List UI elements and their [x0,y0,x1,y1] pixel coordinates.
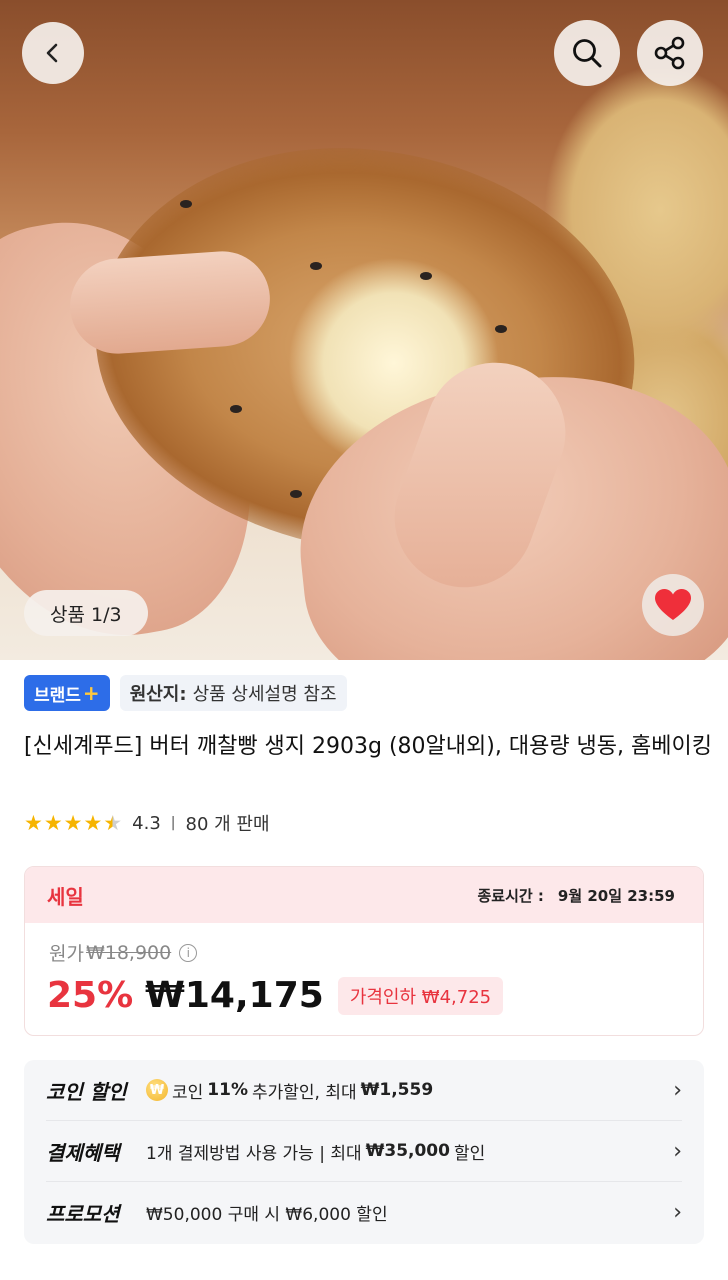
divider: | [170,815,176,831]
photo-detail [290,490,302,498]
benefit-text: 할인 [453,1143,486,1164]
search-icon [573,39,602,68]
benefit-highlight: 11% [207,1080,248,1100]
search-button[interactable] [554,20,620,86]
brand-plus-badge[interactable]: 브랜드 + [24,675,110,711]
brand-badge-label: 브랜드 [34,685,81,706]
back-button[interactable] [22,22,84,84]
share-button[interactable] [637,20,703,86]
half-star-icon: ★ [103,810,123,835]
star-rating: ★ ★ ★ ★ ★ [24,810,123,835]
product-tags: 브랜드 + 원산지: 상품 상세설명 참조 [24,675,347,711]
photo-detail [495,325,507,333]
wishlist-button[interactable] [642,574,704,636]
benefit-key: 프로모션 [46,1202,120,1226]
rating-row[interactable]: ★ ★ ★ ★ ★ 4.3 | 80 개 판매 [24,810,270,836]
original-price-label: 원가 [49,943,84,965]
rating-value: 4.3 [132,812,161,834]
photo-detail [230,405,242,413]
product-image-gallery[interactable]: 상품 1/3 [0,0,728,660]
product-photo-thumb [66,248,274,357]
price-drop-badge: 가격인하 ₩4,725 [337,976,504,1015]
benefit-row-promotion[interactable]: 프로모션 ₩50,000 구매 시 ₩6,000 할인 › [46,1182,682,1243]
benefit-value: ₩ 코인 11% 추가할인, 최대 ₩1,559 [146,1078,658,1103]
origin-value: 상품 상세설명 참조 [192,684,337,705]
sale-price: ₩14,175 [145,975,324,1016]
benefits-panel: 코인 할인 ₩ 코인 11% 추가할인, 최대 ₩1,559 › 결제혜택 1개… [24,1060,704,1244]
benefit-highlight: ₩1,559 [360,1080,434,1100]
benefit-key: 결제혜택 [46,1140,120,1165]
photo-detail [180,200,192,208]
original-price: ₩18,900 [85,941,172,964]
sale-price-row: 25% ₩14,175 가격인하 ₩4,725 [47,975,504,1016]
sold-count: 80 개 판매 [185,814,270,835]
origin-key: 원산지: [129,684,187,705]
sale-header: 세일 종료시간 : 9월 20일 23:59 [25,867,703,923]
back-arrow-icon [46,43,58,63]
sale-end-value: 9월 20일 23:59 [557,886,675,905]
benefit-value: ₩50,000 구매 시 ₩6,000 할인 [146,1200,658,1225]
heart-icon [655,589,691,620]
benefit-key: 코인 할인 [46,1079,127,1104]
product-title: [신세계푸드] 버터 깨찰빵 생지 2903g (80알내외), 대용량 냉동,… [24,734,712,759]
benefit-value: 1개 결제방법 사용 가능 | 최대 ₩35,000 할인 [146,1139,658,1164]
plus-icon: + [82,681,100,705]
sale-panel: 세일 종료시간 : 9월 20일 23:59 원가 ₩18,900 i 25% ₩… [24,866,704,1036]
star-icon: ★ [83,810,103,835]
benefit-text: ₩50,000 구매 시 ₩6,000 할인 [146,1205,388,1225]
original-price-row: 원가 ₩18,900 i [49,939,198,966]
origin-tag: 원산지: 상품 상세설명 참조 [119,675,347,711]
coin-icon: ₩ [146,1079,168,1101]
photo-detail [310,262,322,270]
photo-detail [420,272,432,280]
chevron-right-icon: › [673,1138,682,1164]
image-counter: 상품 1/3 [24,590,148,636]
chevron-right-icon: › [673,1077,682,1103]
benefit-highlight: ₩35,000 [365,1141,450,1161]
discount-percent: 25% [47,975,134,1016]
chevron-right-icon: › [673,1200,682,1225]
benefit-text: 추가할인, 최대 [251,1082,357,1103]
share-icon [654,36,685,70]
sale-end-label: 종료시간 : [477,886,544,905]
star-icon: ★ [24,810,43,835]
sale-end-time: 종료시간 : 9월 20일 23:59 [477,885,675,906]
star-icon: ★ [63,810,83,835]
benefit-row-coin[interactable]: 코인 할인 ₩ 코인 11% 추가할인, 최대 ₩1,559 › [46,1060,682,1121]
sale-label: 세일 [47,884,84,909]
benefit-text: 1개 결제방법 사용 가능 | 최대 [146,1143,362,1164]
benefit-row-payment[interactable]: 결제혜택 1개 결제방법 사용 가능 | 최대 ₩35,000 할인 › [46,1121,682,1182]
benefit-text: 코인 [172,1082,204,1103]
star-icon: ★ [43,810,63,835]
info-icon[interactable]: i [179,943,198,962]
